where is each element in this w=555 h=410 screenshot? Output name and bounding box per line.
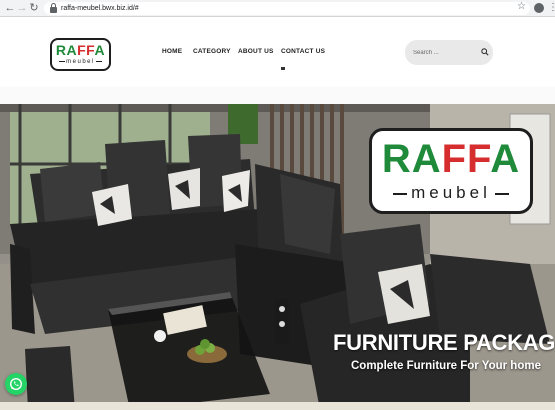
reload-icon[interactable]: ↻: [28, 1, 40, 15]
arrow-left-icon[interactable]: ←: [4, 1, 16, 15]
lock-icon: [50, 2, 57, 13]
url-text: raffa-meubel.bwx.biz.id/#: [61, 5, 139, 12]
hero-logo-tagline: meubel: [372, 183, 530, 203]
site-header: RAFFA meubel HOME CATEGORY ABOUT US CONT…: [0, 17, 555, 87]
search-icon[interactable]: [481, 48, 489, 56]
nav-contact-us[interactable]: CONTACT US: [281, 48, 325, 55]
star-icon[interactable]: ☆: [517, 1, 526, 12]
nav-home[interactable]: HOME: [162, 48, 182, 55]
hero-title: FURNITURE PACKAGE: [333, 330, 555, 355]
hero-banner: RAFFA meubel FURNITURE PACKAGE Complete …: [0, 104, 555, 410]
site-logo[interactable]: RAFFA meubel: [50, 38, 111, 71]
browser-toolbar: ← → ↻ raffa-meubel.bwx.biz.id/# ☆ ⋮: [0, 0, 555, 17]
whatsapp-chat-button[interactable]: [5, 373, 27, 395]
profile-icon[interactable]: [534, 3, 544, 13]
hero-logo: RAFFA meubel: [369, 128, 533, 214]
nav-active-indicator: [281, 67, 285, 70]
logo-wordmark: RAFFA: [55, 42, 106, 58]
logo-tagline: meubel: [52, 58, 109, 66]
header-spacer: [0, 87, 555, 104]
hero-logo-wordmark: RAFFA: [381, 137, 521, 181]
search-box: [405, 40, 493, 65]
whatsapp-icon: [9, 377, 23, 391]
more-menu-icon[interactable]: ⋮: [548, 1, 555, 15]
nav-category[interactable]: CATEGORY: [193, 48, 231, 55]
nav-about-us[interactable]: ABOUT US: [238, 48, 274, 55]
address-bar[interactable]: raffa-meubel.bwx.biz.id/#: [44, 2, 530, 15]
hero-subtitle: Complete Furniture For Your home: [351, 360, 541, 372]
search-input[interactable]: [413, 48, 473, 58]
arrow-right-icon[interactable]: →: [16, 1, 28, 15]
